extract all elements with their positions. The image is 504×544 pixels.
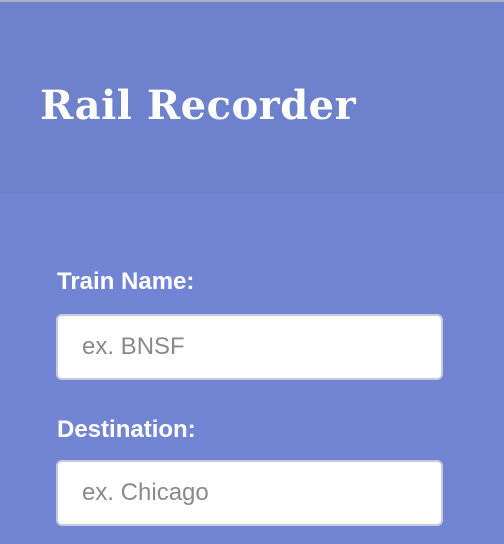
destination-input[interactable] bbox=[56, 460, 443, 526]
train-name-input[interactable] bbox=[56, 314, 443, 380]
train-form: Train Name: Destination: bbox=[0, 194, 504, 544]
train-name-label: Train Name: bbox=[57, 268, 195, 295]
app-header: Rail Recorder bbox=[0, 2, 504, 194]
destination-label: Destination: bbox=[57, 416, 196, 443]
app-title: Rail Recorder bbox=[40, 82, 357, 129]
